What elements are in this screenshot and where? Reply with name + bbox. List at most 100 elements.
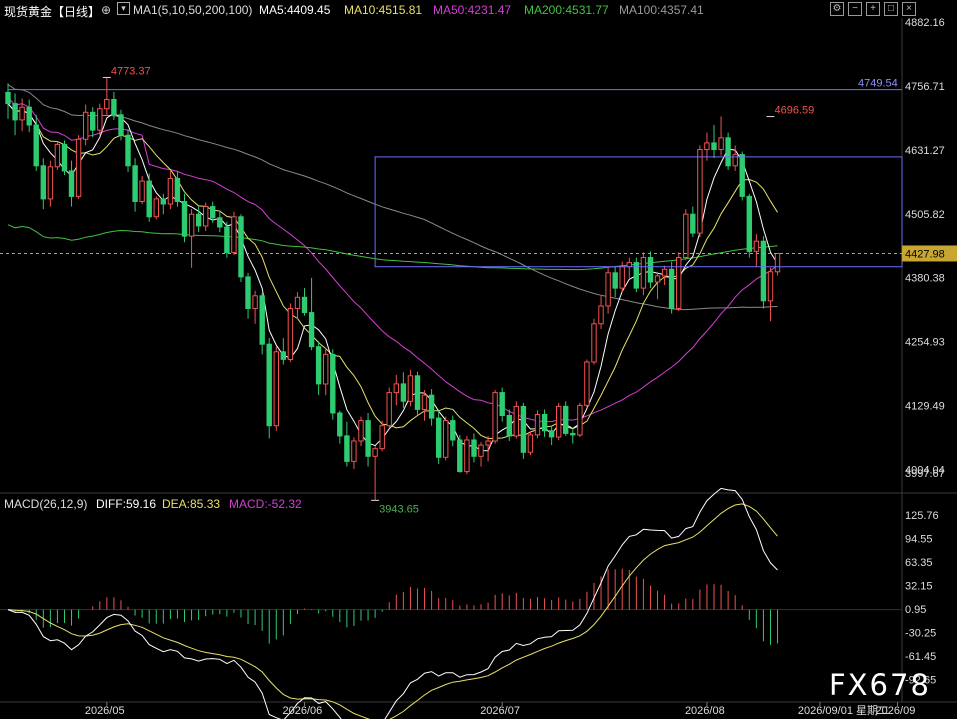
candle-body[interactable] (760, 240, 767, 302)
period-label[interactable]: 【日线】 (52, 3, 100, 20)
candle-body[interactable] (541, 414, 548, 432)
candle-body[interactable] (153, 198, 160, 218)
candle-body[interactable] (379, 425, 385, 450)
candle-body[interactable] (132, 165, 138, 203)
candle-body[interactable] (61, 143, 68, 172)
candle-body[interactable] (421, 394, 428, 411)
candle-body[interactable] (584, 361, 590, 406)
candle-body[interactable] (97, 108, 103, 131)
candle-body[interactable] (534, 414, 541, 436)
candle-body[interactable] (287, 308, 294, 360)
candle-body[interactable] (640, 257, 647, 289)
candle-body[interactable] (68, 170, 75, 197)
candle-body[interactable] (330, 353, 336, 414)
candle-body[interactable] (513, 405, 519, 437)
candle-body[interactable] (746, 195, 752, 252)
candle-body[interactable] (12, 103, 18, 121)
candle-body[interactable] (499, 392, 505, 417)
close-icon[interactable]: × (902, 2, 916, 16)
candle-body[interactable] (563, 405, 569, 434)
candle-body[interactable] (139, 180, 145, 203)
candle-body[interactable] (619, 266, 625, 289)
candle-body[interactable] (527, 434, 534, 453)
candle-body[interactable] (266, 343, 272, 427)
candle-body[interactable] (478, 444, 484, 457)
candle-body[interactable] (167, 178, 174, 205)
candle-body[interactable] (520, 405, 527, 453)
candle-body[interactable] (47, 166, 54, 200)
candle-body[interactable] (337, 412, 343, 437)
candle-body[interactable] (443, 420, 449, 458)
candle-body[interactable] (407, 375, 414, 402)
candle-body[interactable] (704, 142, 710, 150)
candle-body[interactable] (436, 417, 442, 458)
candle-body[interactable] (280, 351, 287, 360)
candle-body[interactable] (506, 415, 513, 437)
candle-body[interactable] (556, 405, 562, 438)
candle-body[interactable] (450, 420, 456, 441)
maximize-icon[interactable]: □ (884, 2, 898, 16)
candle-body[interactable] (111, 99, 117, 116)
settings-gear-icon[interactable]: ⚙ (830, 2, 844, 16)
candle-body[interactable] (428, 394, 435, 419)
candle-body[interactable] (54, 143, 61, 168)
candle-body[interactable] (414, 375, 421, 410)
add-icon[interactable]: + (866, 2, 880, 16)
candle-body[interactable] (732, 154, 738, 167)
candle-body[interactable] (661, 268, 668, 277)
candle-body[interactable] (725, 137, 731, 167)
candle-body[interactable] (386, 392, 392, 427)
candle-body[interactable] (605, 272, 611, 307)
candle-body[interactable] (203, 206, 209, 227)
candle-body[interactable] (19, 106, 25, 121)
candle-body[interactable] (393, 383, 400, 394)
candle-body[interactable] (739, 154, 745, 197)
candle-body[interactable] (238, 216, 244, 278)
candle-body[interactable] (457, 439, 463, 473)
candle-body[interactable] (753, 240, 760, 252)
chart-canvas[interactable]: 4749.544427.983997.674773.373943.654696.… (0, 0, 957, 719)
candle-body[interactable] (118, 114, 124, 136)
candle-body[interactable] (471, 439, 477, 457)
candle-body[interactable] (181, 201, 188, 237)
range-box[interactable] (374, 156, 903, 268)
candle-body[interactable] (259, 295, 265, 345)
candle-body[interactable] (591, 323, 597, 363)
candle-body[interactable] (174, 178, 181, 202)
candle-body[interactable] (774, 253, 781, 273)
candle-body[interactable] (33, 124, 39, 167)
candle-body[interactable] (358, 420, 364, 442)
instrument-name[interactable]: 现货黄金 (4, 3, 52, 20)
candle-body[interactable] (365, 420, 371, 457)
candle-body[interactable] (224, 226, 230, 253)
candle-body[interactable] (400, 383, 407, 402)
candle-body[interactable] (26, 106, 32, 126)
candle-body[interactable] (351, 440, 357, 462)
candle-body[interactable] (372, 448, 378, 457)
candle-body[interactable] (683, 213, 689, 258)
candle-body[interactable] (40, 165, 46, 200)
candle-body[interactable] (245, 276, 251, 309)
candle-body[interactable] (654, 275, 661, 283)
candle-body[interactable] (125, 134, 131, 167)
candle-body[interactable] (697, 149, 703, 234)
candle-body[interactable] (577, 404, 583, 436)
settings-icon[interactable]: ⊕ (101, 3, 111, 17)
candle-body[interactable] (315, 346, 322, 385)
candle-body[interactable] (492, 392, 498, 442)
candle-body[interactable] (294, 296, 301, 309)
candle-body[interactable] (668, 268, 675, 309)
candle-body[interactable] (323, 353, 329, 385)
candle-body[interactable] (626, 262, 632, 268)
candle-body[interactable] (612, 272, 618, 289)
candle-body[interactable] (711, 142, 717, 150)
candle-body[interactable] (548, 430, 555, 438)
candle-body[interactable] (570, 432, 576, 436)
candle-body[interactable] (231, 216, 237, 254)
candle-body[interactable] (598, 305, 604, 325)
candle-body[interactable] (210, 206, 216, 219)
candle-body[interactable] (718, 137, 724, 151)
candle-body[interactable] (344, 435, 350, 462)
candle-body[interactable] (195, 213, 202, 227)
toggle-indicator-icon[interactable]: ▾ (117, 2, 130, 15)
